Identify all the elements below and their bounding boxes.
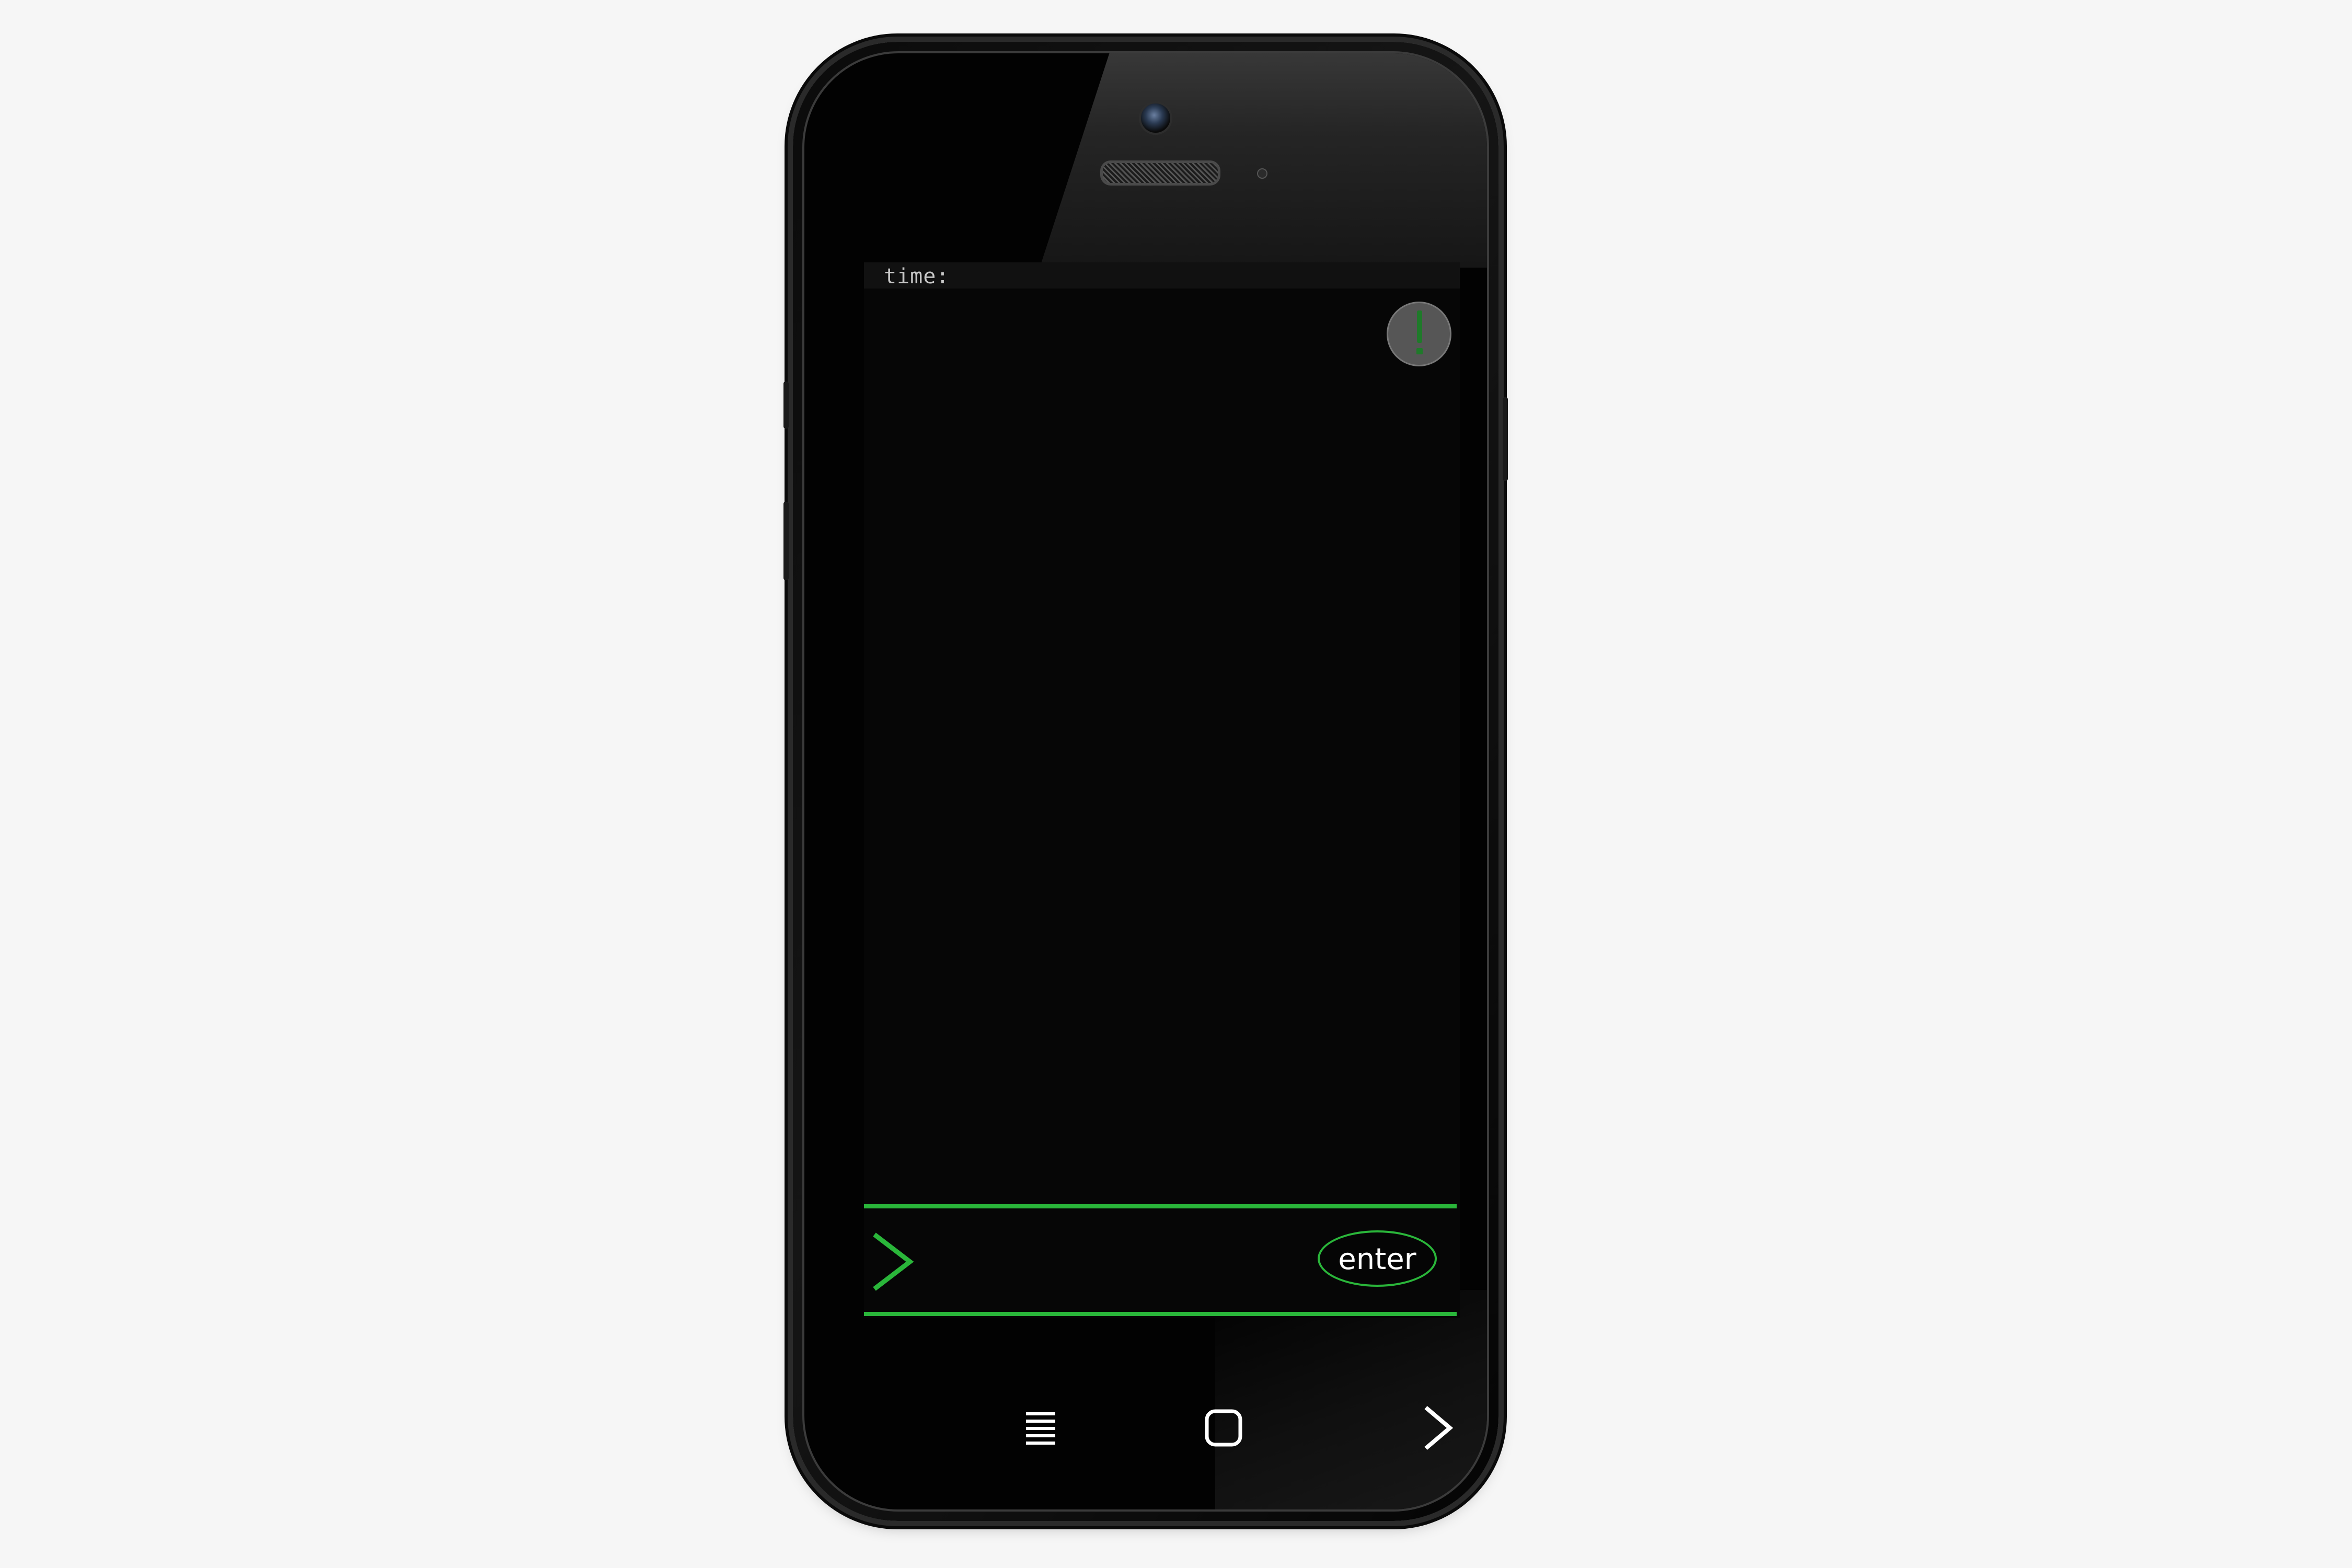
status-bar: time: [864, 262, 1460, 289]
front-camera-icon [1139, 101, 1172, 135]
alert-button[interactable] [1387, 302, 1451, 366]
screen-glare [1040, 53, 1487, 268]
navigation-bar [864, 1391, 1460, 1465]
app-screen: time: enter [864, 262, 1460, 1318]
menu-lines-icon [1026, 1412, 1055, 1445]
exclamation-icon [1417, 310, 1422, 343]
input-bottom-rule [864, 1312, 1457, 1316]
page-background: time: enter [0, 0, 2352, 1568]
forward-button[interactable] [1401, 1391, 1474, 1465]
phone-bezel: time: enter [802, 51, 1489, 1512]
menu-button[interactable] [1004, 1391, 1077, 1465]
proximity-sensor [1257, 168, 1267, 179]
exclamation-dot [1416, 348, 1423, 354]
volume-button [783, 382, 789, 429]
time-label: time: [884, 264, 950, 289]
volume-button [783, 502, 789, 580]
command-input[interactable] [932, 1236, 1310, 1284]
rounded-square-icon [1205, 1409, 1242, 1447]
earpiece-speaker [1100, 160, 1220, 186]
phone-device: time: enter [783, 42, 1508, 1521]
home-button[interactable] [1187, 1391, 1260, 1465]
terminal-output [864, 289, 1460, 1198]
chevron-right-icon [873, 1232, 914, 1291]
enter-button[interactable]: enter [1318, 1230, 1437, 1287]
command-bar: enter [864, 1204, 1460, 1306]
power-button [1503, 397, 1508, 481]
chevron-right-icon [1424, 1405, 1454, 1450]
